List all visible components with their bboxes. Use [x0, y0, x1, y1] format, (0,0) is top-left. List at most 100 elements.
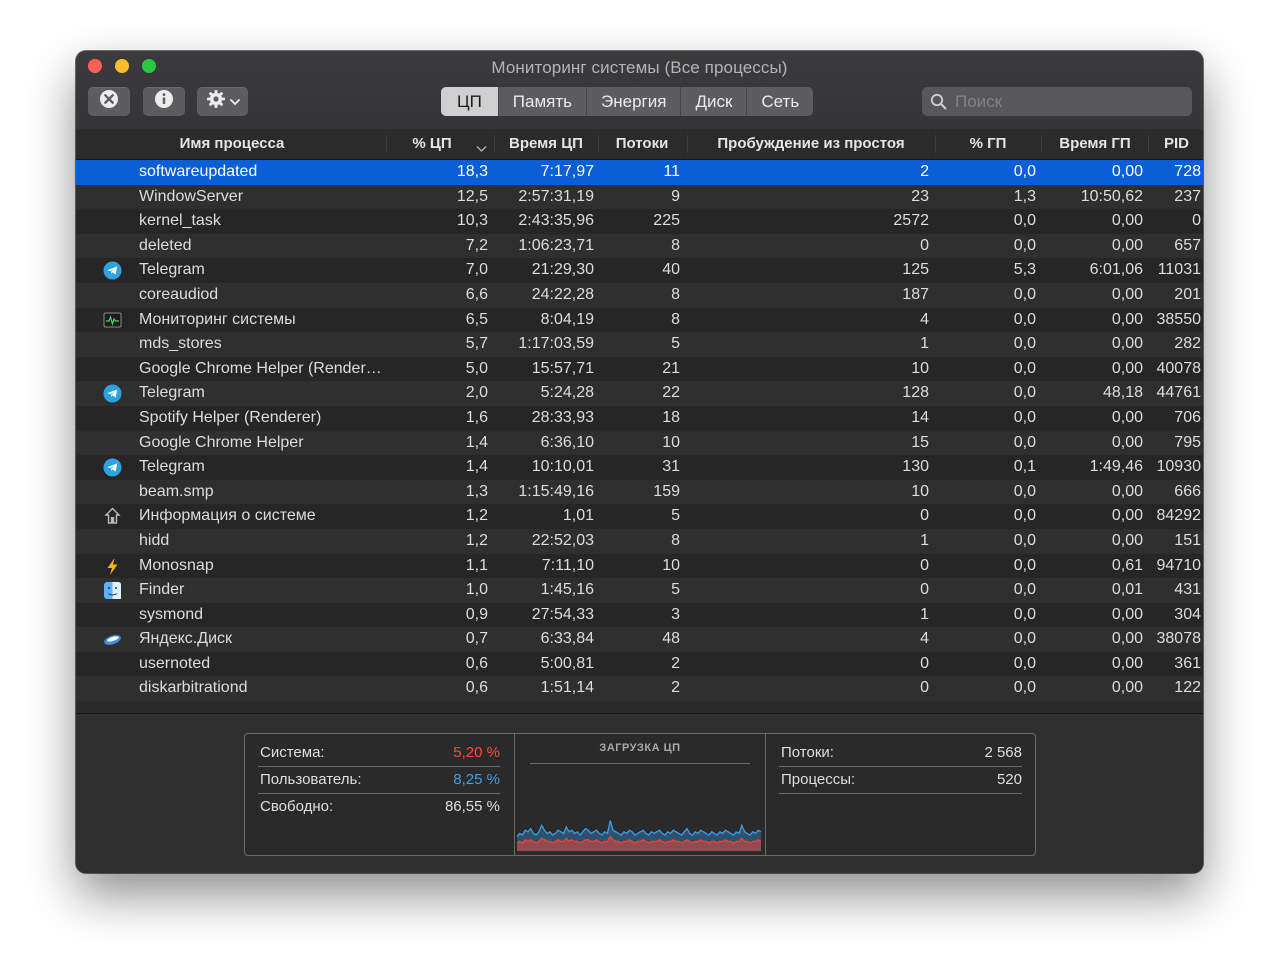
cell-gpu: 0,0: [1013, 581, 1036, 599]
processes-row: Процессы: 520: [779, 766, 1022, 794]
cell-wakeups: 10: [911, 359, 929, 377]
cell-time: 8:04,19: [540, 310, 594, 328]
cell-threads: 21: [662, 359, 680, 377]
column-header-name[interactable]: Имя процесса: [116, 129, 348, 159]
cell-gpu-time: 0,00: [1111, 310, 1143, 328]
tab-energy[interactable]: Энергия: [587, 87, 682, 116]
process-name: WindowServer: [139, 187, 244, 205]
cell-threads: 22: [662, 384, 680, 402]
table-row[interactable]: Telegram 1,4 10:10,01 31 130 0,1 1:49,46 10930: [76, 455, 1203, 480]
cell-time: 6:33,84: [540, 630, 594, 648]
table-row[interactable]: coreaudiod 6,6 24:22,28 8 187 0,0 0,00 201: [76, 282, 1203, 308]
threads-row: Потоки: 2 568: [779, 739, 1022, 767]
cell-gpu-time: 0,00: [1111, 605, 1143, 623]
threads-label: Потоки:: [781, 744, 834, 761]
cell-pid: 11031: [1157, 261, 1201, 279]
table-row[interactable]: beam.smp 1,3 1:15:49,16 159 10 0,0 0,00 666: [76, 479, 1203, 505]
threads-value: 2 568: [984, 744, 1022, 761]
cell-threads: 48: [662, 630, 680, 648]
cell-gpu: 0,0: [1013, 236, 1036, 254]
cell-cpu: 1,1: [465, 556, 488, 574]
table-row[interactable]: Яндекс.Диск 0,7 6:33,84 48 4 0,0 0,00 38078: [76, 627, 1203, 652]
processes-value: 520: [996, 771, 1022, 788]
cell-gpu-time: 0,00: [1111, 433, 1143, 451]
column-header-cpu-time[interactable]: Время ЦП: [496, 129, 596, 159]
table-row[interactable]: Google Chrome Helper 1,4 6:36,10 10 15 0,0 0,0…: [76, 430, 1203, 456]
cell-wakeups: 128: [902, 384, 929, 402]
cell-gpu: 0,0: [1013, 384, 1036, 402]
table-row[interactable]: Telegram 7,0 21:29,30 40 125 5,3 6:01,06 11031: [76, 258, 1203, 283]
cell-wakeups: 2: [920, 163, 929, 180]
process-name: Telegram: [139, 384, 205, 402]
cell-gpu: 0,0: [1013, 359, 1036, 377]
table-row[interactable]: softwareupdated 18,3 7:17,97 11 2 0,0 0,00 728: [76, 160, 1203, 185]
table-row[interactable]: deleted 7,2 1:06:23,71 8 0 0,0 0,00 657: [76, 233, 1203, 259]
tab-disk[interactable]: Диск: [681, 87, 748, 116]
column-header-pid[interactable]: PID: [1150, 129, 1203, 159]
process-table: softwareupdated 18,3 7:17,97 11 2 0,0 0,00 728 W…: [76, 160, 1203, 713]
x-circle-icon: [99, 89, 119, 114]
cell-cpu: 10,3: [456, 212, 488, 230]
table-row[interactable]: Spotify Helper (Renderer) 1,6 28:33,93 18 14…: [76, 405, 1203, 431]
inspect-process-button[interactable]: [143, 87, 185, 116]
table-row[interactable]: Информация о системе 1,2 1,01 5 0 0,0 0,00 8429…: [76, 504, 1203, 529]
cell-threads: 8: [671, 236, 680, 254]
table-row[interactable]: mds_stores 5,7 1:17:03,59 5 1 0,0 0,00 282: [76, 332, 1203, 357]
table-row[interactable]: usernoted 0,6 5:00,81 2 0 0,0 0,00 361: [76, 651, 1203, 677]
idle-label: Свободно:: [260, 798, 334, 815]
cell-gpu-time: 0,00: [1111, 654, 1143, 672]
cell-cpu: 12,5: [456, 187, 488, 205]
process-name: Google Chrome Helper (Renderer): [139, 359, 384, 377]
process-name: Monosnap: [139, 556, 214, 574]
cell-pid: 84292: [1156, 507, 1202, 525]
cell-gpu: 0,0: [1013, 630, 1036, 648]
user-load-row: Пользователь: 8,25 %: [258, 766, 500, 794]
table-row[interactable]: Finder 1,0 1:45,16 5 0 0,0 0,01 431: [76, 578, 1203, 603]
cell-pid: 122: [1174, 679, 1201, 697]
table-row[interactable]: diskarbitrationd 0,6 1:51,14 2 0 0,0 0,00 122: [76, 676, 1203, 702]
cell-cpu: 1,2: [465, 507, 488, 525]
cell-wakeups: 1: [920, 605, 929, 623]
cell-cpu: 0,9: [465, 605, 488, 623]
table-row[interactable]: WindowServer 12,5 2:57:31,19 9 23 1,3 10:50,62…: [76, 184, 1203, 210]
process-name: Google Chrome Helper: [139, 433, 304, 451]
cell-cpu: 5,0: [465, 359, 488, 377]
column-header-gpu-time[interactable]: Время ГП: [1043, 129, 1147, 159]
tab-network[interactable]: Сеть: [747, 87, 813, 116]
cell-gpu-time: 6:01,06: [1089, 261, 1143, 279]
column-header-idle-wakeups[interactable]: Пробуждение из простоя: [689, 129, 933, 159]
table-row[interactable]: Monosnap 1,1 7:11,10 10 0 0,0 0,61 94710: [76, 553, 1203, 579]
cell-gpu: 0,0: [1013, 163, 1036, 180]
tab-cpu[interactable]: ЦП: [441, 87, 499, 116]
search-field[interactable]: [922, 87, 1192, 116]
cell-cpu: 0,6: [465, 679, 488, 697]
cell-time: 1:45,16: [540, 581, 594, 599]
column-header-gpu[interactable]: % ГП: [937, 129, 1039, 159]
table-row[interactable]: sysmond 0,9 27:54,33 3 1 0,0 0,00 304: [76, 602, 1203, 628]
table-row[interactable]: Google Chrome Helper (Renderer) 5,0 15:57,…: [76, 356, 1203, 382]
cell-time: 21:29,30: [531, 261, 594, 279]
cell-gpu: 0,0: [1013, 507, 1036, 525]
table-row[interactable]: Мониторинг системы 6,5 8:04,19 8 4 0,0 0,00 385…: [76, 307, 1203, 333]
cell-time: 28:33,93: [531, 408, 594, 426]
cpu-load-graph: [516, 820, 762, 851]
column-header-threads[interactable]: Потоки: [600, 129, 684, 159]
cell-pid: 282: [1174, 335, 1201, 353]
column-header-cpu[interactable]: % ЦП: [394, 129, 470, 159]
search-input[interactable]: [953, 90, 1177, 113]
table-row[interactable]: hidd 1,2 22:52,03 8 1 0,0 0,00 151: [76, 528, 1203, 554]
process-name: diskarbitrationd: [139, 679, 248, 697]
stop-process-button[interactable]: [88, 87, 130, 116]
process-name: sysmond: [139, 605, 204, 623]
cell-wakeups: 2572: [893, 212, 929, 230]
actions-menu-button[interactable]: [197, 87, 248, 116]
cell-gpu: 0,0: [1013, 335, 1036, 353]
cell-threads: 10: [662, 433, 680, 451]
table-row[interactable]: kernel_task 10,3 2:43:35,96 225 2572 0,0 0,00 0: [76, 209, 1203, 234]
idle-value: 86,55 %: [444, 798, 500, 815]
tab-memory[interactable]: Память: [499, 87, 588, 116]
cell-gpu: 0,0: [1013, 310, 1036, 328]
table-row[interactable]: Telegram 2,0 5:24,28 22 128 0,0 48,18 44761: [76, 381, 1203, 406]
cell-pid: 44761: [1156, 384, 1202, 402]
info-icon: [154, 89, 174, 114]
